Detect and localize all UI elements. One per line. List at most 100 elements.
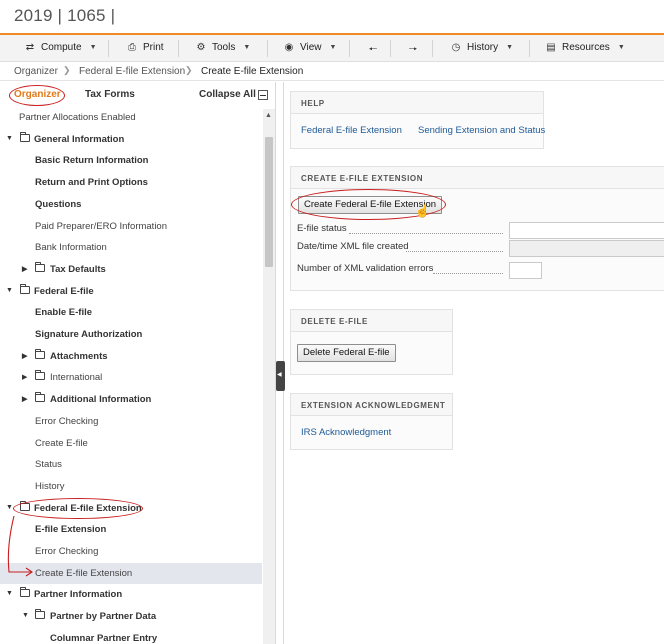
efile-status-field[interactable] — [509, 222, 664, 239]
tree-item[interactable]: ▶ Additional Information — [0, 389, 262, 410]
tree-item[interactable]: ▶ International — [0, 367, 262, 388]
help-link-federal-efile-extension[interactable]: Federal E-file Extension — [301, 125, 402, 136]
delete-title: DELETE E-FILE — [301, 317, 368, 326]
folder-icon — [35, 392, 45, 403]
collapse-all-button[interactable]: Collapse All — [199, 89, 256, 100]
expanded-triangle-icon[interactable]: ▼ — [6, 504, 13, 511]
expanded-triangle-icon[interactable]: ▼ — [6, 287, 13, 294]
tree-item[interactable]: ▼ Partner Information — [0, 584, 262, 605]
tree-item[interactable]: Partner Allocations Enabled — [0, 109, 262, 128]
tree-item-label: Create E-file — [35, 437, 88, 449]
collapsed-triangle-icon[interactable]: ▶ — [22, 265, 27, 273]
chevron-down-icon: ▼ — [617, 44, 625, 51]
validation-errors-label: Number of XML validation errors — [297, 263, 434, 274]
breadcrumb-federal-efile-extension[interactable]: Federal E-file Extension — [79, 66, 185, 77]
arrow-left-icon: 🠔 — [368, 44, 378, 55]
tree-item-label: General Information — [34, 133, 125, 145]
print-label: Print — [143, 42, 164, 53]
tree-item-label: Create E-file Extension — [35, 567, 133, 579]
tree-item[interactable]: History — [0, 476, 262, 497]
irs-acknowledgment-link[interactable]: IRS Acknowledgment — [301, 427, 391, 438]
view-menu[interactable]: ◉ View ▼ — [283, 42, 337, 53]
collapse-sidebar-handle[interactable] — [276, 361, 285, 391]
toolbar-divider — [432, 40, 433, 57]
toolbar-divider — [178, 40, 179, 57]
tree-item-label: Partner Allocations Enabled — [19, 112, 136, 123]
delete-federal-efile-button[interactable]: Delete Federal E-file — [297, 344, 396, 362]
history-label: History — [467, 42, 499, 53]
create-panel-header: CREATE E-FILE EXTENSION — [291, 167, 664, 189]
validation-errors-field[interactable] — [509, 262, 542, 279]
tree-item[interactable]: ▼ Partner by Partner Data — [0, 606, 262, 627]
tree-item-label: Error Checking — [35, 415, 99, 427]
tree-item[interactable]: Return and Print Options — [0, 172, 262, 193]
create-extension-panel: CREATE E-FILE EXTENSION Create Federal E… — [290, 166, 664, 291]
hand-cursor-icon: ☝ — [415, 204, 430, 218]
delete-panel-header: DELETE E-FILE — [291, 310, 452, 332]
tree-item[interactable]: ▼ Federal E-file — [0, 281, 262, 302]
gear-icon: ⚙ — [196, 42, 206, 53]
tree-item[interactable]: ▼ General Information — [0, 129, 262, 150]
folder-icon — [35, 370, 45, 381]
chevron-down-icon: ▼ — [329, 44, 337, 51]
annotation-arrow — [7, 515, 33, 577]
chevron-down-icon: ▼ — [506, 44, 514, 51]
tab-organizer[interactable]: Organizer — [14, 89, 61, 100]
chevron-right-icon: ❯ — [63, 65, 71, 75]
compute-icon: ⇄ — [25, 42, 35, 53]
tab-tax-forms[interactable]: Tax Forms — [85, 89, 135, 100]
scroll-up-icon[interactable]: ▲ — [265, 112, 272, 119]
collapsed-triangle-icon[interactable]: ▶ — [22, 373, 27, 381]
breadcrumb-organizer[interactable]: Organizer — [14, 66, 58, 77]
compute-menu[interactable]: ⇄ Compute ▼ — [24, 42, 97, 53]
ack-title: EXTENSION ACKNOWLEDGMENT — [301, 401, 446, 410]
folder-icon — [35, 348, 45, 359]
expanded-triangle-icon[interactable]: ▼ — [6, 590, 13, 597]
ack-panel-header: EXTENSION ACKNOWLEDGMENT — [291, 394, 452, 416]
collapsed-triangle-icon[interactable]: ▶ — [22, 395, 27, 403]
tree-item-label: Return and Print Options — [35, 177, 148, 189]
history-menu[interactable]: ◷ History ▼ — [450, 42, 513, 53]
tree-item[interactable]: Basic Return Information — [0, 150, 262, 171]
print-button[interactable]: ⎙ Print — [126, 42, 164, 53]
tree-item-label: Paid Preparer/ERO Information — [35, 220, 168, 232]
collapsed-triangle-icon[interactable]: ▶ — [22, 352, 27, 360]
help-link-sending-extension-status[interactable]: Sending Extension and Status — [418, 125, 545, 136]
arrow-right-icon: 🠖 — [408, 44, 418, 55]
tree-item[interactable]: Bank Information — [0, 237, 262, 258]
expanded-triangle-icon[interactable]: ▼ — [6, 135, 13, 142]
forward-button[interactable]: 🠖 — [407, 42, 419, 59]
leader-dots — [406, 251, 503, 252]
tree-item[interactable]: Signature Authorization — [0, 324, 262, 345]
tree-item[interactable]: ▶ Tax Defaults — [0, 259, 262, 280]
create-title: CREATE E-FILE EXTENSION — [301, 174, 424, 183]
tree-item[interactable]: ▶ Attachments — [0, 346, 262, 367]
tree-item[interactable]: Error Checking — [0, 411, 262, 432]
compute-label: Compute — [41, 42, 82, 53]
tree-item[interactable]: Questions — [0, 194, 262, 215]
tree-item-label: Error Checking — [35, 546, 99, 557]
back-button[interactable]: 🠔 — [367, 42, 379, 59]
tree-item-label: International — [50, 372, 103, 384]
scroll-thumb[interactable] — [265, 137, 273, 267]
tools-menu[interactable]: ⚙ Tools ▼ — [195, 42, 251, 53]
tree-item[interactable]: Enable E-file — [0, 302, 262, 323]
tree-item-label: Bank Information — [35, 242, 107, 254]
resources-menu[interactable]: ▤ Resources ▼ — [545, 42, 625, 53]
main-content: HELP Federal E-file Extension Sending Ex… — [285, 82, 664, 644]
tree-item-label: Federal E-file — [34, 285, 94, 297]
xml-created-field — [509, 240, 664, 257]
toolbar-divider — [108, 40, 109, 57]
tree-item[interactable]: Create E-file — [0, 433, 262, 454]
expanded-triangle-icon[interactable]: ▼ — [22, 612, 29, 619]
folder-icon — [35, 261, 45, 272]
tree-item-label: Status — [35, 459, 62, 471]
tree-item[interactable]: Status — [0, 454, 262, 475]
collapse-icon[interactable] — [258, 90, 268, 100]
tree-item[interactable]: Columnar Partner Entry — [0, 628, 262, 644]
tree-item[interactable]: Paid Preparer/ERO Information — [0, 216, 262, 237]
tree-item-label: Columnar Partner Entry — [50, 632, 158, 644]
efile-status-label: E-file status — [297, 223, 347, 234]
sidebar-scrollbar[interactable]: ▲ — [263, 109, 275, 644]
tree-item-label: Tax Defaults — [50, 263, 106, 275]
